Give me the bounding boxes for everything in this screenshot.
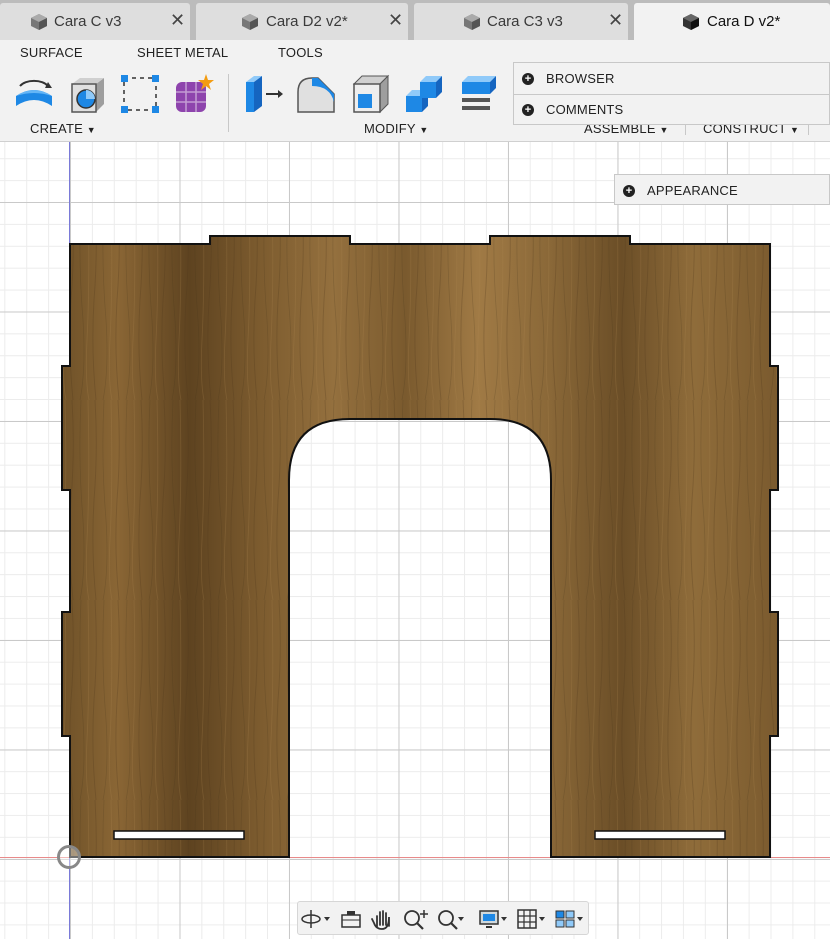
orbit-icon[interactable] <box>300 907 330 931</box>
slot-right <box>594 830 726 840</box>
fit-icon[interactable] <box>434 907 464 931</box>
slot-left <box>113 830 245 840</box>
navigation-bar <box>297 901 589 935</box>
display-settings-icon[interactable] <box>478 907 508 931</box>
look-at-icon[interactable] <box>336 907 366 931</box>
pan-icon[interactable] <box>368 907 398 931</box>
origin-point-icon[interactable] <box>57 845 81 869</box>
grid-settings-icon[interactable] <box>516 907 546 931</box>
wood-panel-body[interactable] <box>0 0 830 939</box>
zoom-icon[interactable] <box>400 907 430 931</box>
viewports-icon[interactable] <box>554 907 584 931</box>
